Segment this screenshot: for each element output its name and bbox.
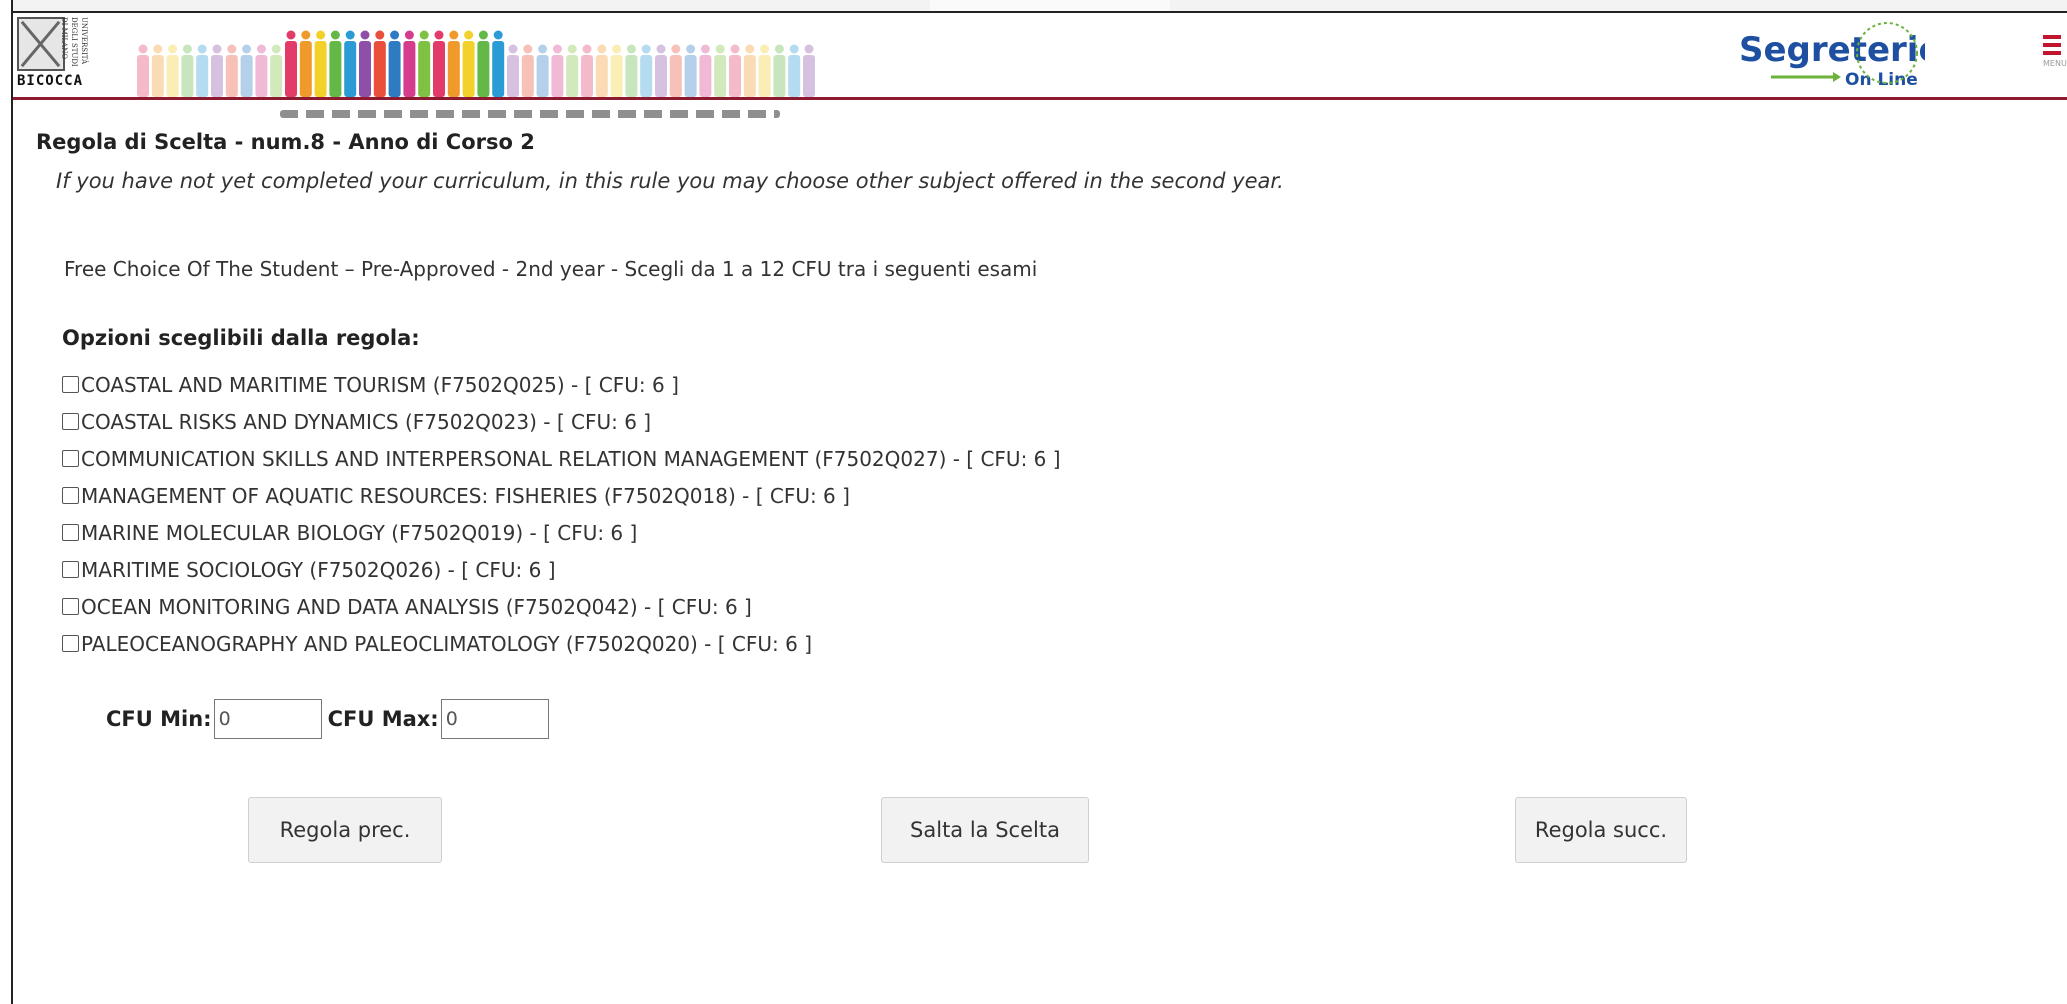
skip-choice-button[interactable]: Salta la Scelta — [881, 797, 1089, 863]
cut-off-text-line — [280, 110, 780, 118]
cfu-min-input[interactable] — [213, 699, 322, 739]
cfu-max-label: CFU Max: — [327, 707, 439, 731]
cfu-range: CFU Min: CFU Max: — [106, 699, 555, 739]
rule-description: If you have not yet completed your curri… — [56, 169, 1284, 193]
options-list: COASTAL AND MARITIME TOURISM (F7502Q025)… — [62, 366, 1061, 662]
university-crest-icon — [17, 17, 65, 71]
university-logo[interactable]: UNIVERSITÀ DEGLI STUDI DI MILANO BICOCCA — [17, 17, 89, 95]
option-item[interactable]: MARITIME SOCIOLOGY (F7502Q026) - [ CFU: … — [62, 551, 1061, 588]
hamburger-menu-icon[interactable]: MENU — [2043, 35, 2067, 79]
rule-title: Regola di Scelta - num.8 - Anno di Corso… — [36, 130, 535, 154]
options-title: Opzioni sceglibili dalla regola: — [62, 326, 420, 350]
option-checkbox[interactable] — [62, 487, 79, 504]
option-checkbox[interactable] — [62, 450, 79, 467]
option-checkbox[interactable] — [62, 635, 79, 652]
site-header: UNIVERSITÀ DEGLI STUDI DI MILANO BICOCCA… — [13, 13, 2067, 100]
rule-summary: Free Choice Of The Student – Pre-Approve… — [64, 257, 1038, 281]
option-checkbox[interactable] — [62, 561, 79, 578]
option-item[interactable]: COMMUNICATION SKILLS AND INTERPERSONAL R… — [62, 440, 1061, 477]
previous-rule-button[interactable]: Regola prec. — [248, 797, 442, 863]
option-item[interactable]: PALEOCEANOGRAPHY AND PALEOCLIMATOLOGY (F… — [62, 625, 1061, 662]
option-checkbox[interactable] — [62, 413, 79, 430]
university-name: BICOCCA — [17, 73, 84, 89]
cfu-min-label: CFU Min: — [106, 707, 212, 731]
university-vertical-text: UNIVERSITÀ DEGLI STUDI DI MILANO — [60, 17, 88, 67]
option-label: MARINE MOLECULAR BIOLOGY (F7502Q019) - [… — [81, 520, 638, 545]
option-item[interactable]: OCEAN MONITORING AND DATA ANALYSIS (F750… — [62, 588, 1061, 625]
segreterie-online-logo[interactable]: Segreterie On Line — [1731, 17, 1925, 93]
option-label: COMMUNICATION SKILLS AND INTERPERSONAL R… — [81, 446, 1061, 471]
option-item[interactable]: COASTAL AND MARITIME TOURISM (F7502Q025)… — [62, 366, 1061, 403]
option-label: COASTAL RISKS AND DYNAMICS (F7502Q023) -… — [81, 409, 652, 434]
option-label: MANAGEMENT OF AQUATIC RESOURCES: FISHERI… — [81, 483, 850, 508]
option-label: OCEAN MONITORING AND DATA ANALYSIS (F750… — [81, 594, 752, 619]
window-left-border — [0, 0, 13, 1004]
cfu-max-input[interactable] — [440, 699, 549, 739]
option-item[interactable]: MANAGEMENT OF AQUATIC RESOURCES: FISHERI… — [62, 477, 1061, 514]
option-checkbox[interactable] — [62, 376, 79, 393]
next-rule-button[interactable]: Regola succ. — [1515, 797, 1687, 863]
brand-subtitle: On Line — [1845, 70, 1918, 90]
people-crowd-banner — [137, 30, 815, 97]
option-checkbox[interactable] — [62, 598, 79, 615]
menu-label: MENU — [2043, 59, 2067, 68]
option-item[interactable]: COASTAL RISKS AND DYNAMICS (F7502Q023) -… — [62, 403, 1061, 440]
option-label: MARITIME SOCIOLOGY (F7502Q026) - [ CFU: … — [81, 557, 556, 582]
option-label: PALEOCEANOGRAPHY AND PALEOCLIMATOLOGY (F… — [81, 631, 812, 656]
option-checkbox[interactable] — [62, 524, 79, 541]
option-label: COASTAL AND MARITIME TOURISM (F7502Q025)… — [81, 372, 679, 397]
option-item[interactable]: MARINE MOLECULAR BIOLOGY (F7502Q019) - [… — [62, 514, 1061, 551]
brand-title: Segreterie — [1739, 30, 1925, 70]
